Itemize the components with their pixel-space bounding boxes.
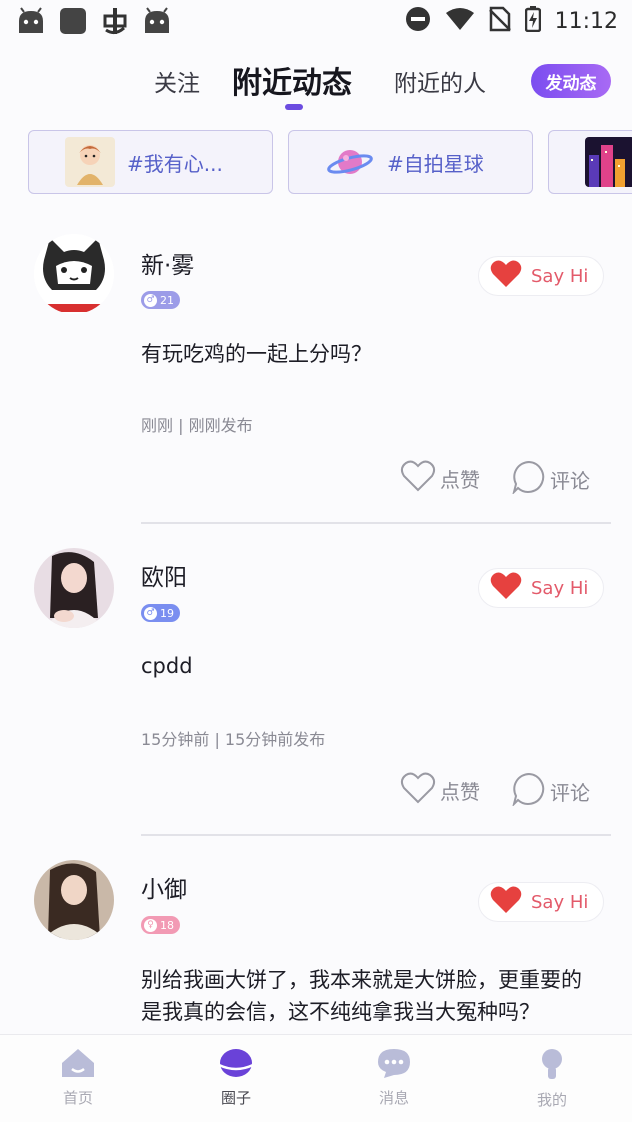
age-badge: ♀ 18 — [141, 916, 180, 934]
feed-post[interactable]: 小御 ♀ 18 Say Hi 别给我画大饼了，我本来就是大饼脸，更重要的是我真的… — [0, 858, 632, 1034]
android-robot-icon — [142, 6, 172, 36]
nav-label: 圈子 — [220, 1089, 251, 1107]
bottom-navigation: 首页 圈子 消息 我的 — [0, 1034, 632, 1122]
age-badge: ♂ 21 — [141, 291, 180, 309]
topic-label: #我有心... — [127, 151, 223, 176]
topic-card[interactable]: #我有心... — [28, 130, 273, 194]
post-meta: 刚刚 | 刚刚发布 — [141, 416, 253, 435]
feed-post[interactable]: 欧阳 ♂ 19 Say Hi cpdd 15分钟前 | 15分钟前发布 点赞 评… — [0, 544, 632, 836]
post-content: 有玩吃鸡的一起上分吗？ — [141, 342, 372, 366]
gender-icon: ♀ — [144, 918, 157, 932]
comment-label: 评论 — [550, 469, 590, 493]
nav-item-messages[interactable]: 消息 — [354, 1047, 434, 1108]
app-square-icon — [58, 6, 88, 36]
age-text: 18 — [160, 918, 174, 932]
divider — [141, 834, 611, 836]
topic-carousel[interactable]: #我有心... #自拍星球 — [28, 130, 632, 196]
planet-icon — [216, 1047, 256, 1083]
say-hi-button[interactable]: Say Hi — [478, 256, 604, 296]
age-text: 21 — [160, 293, 174, 307]
nav-label: 我的 — [536, 1091, 567, 1109]
divider — [141, 522, 611, 524]
say-hi-label: Say Hi — [531, 577, 589, 599]
heart-outline-icon — [400, 772, 436, 809]
clock: 11:12 — [554, 8, 618, 34]
character-thumbnail — [65, 137, 115, 187]
comment-button[interactable]: 评论 — [512, 460, 590, 499]
chat-bubble-icon — [376, 1047, 412, 1083]
say-hi-label: Say Hi — [531, 265, 589, 287]
topic-card[interactable] — [548, 130, 632, 194]
age-badge: ♂ 19 — [141, 604, 180, 622]
post-content: cpdd — [141, 654, 193, 678]
nav-label: 首页 — [62, 1089, 93, 1107]
comment-label: 评论 — [550, 781, 590, 805]
username[interactable]: 欧阳 — [141, 558, 187, 592]
like-label: 点赞 — [440, 468, 480, 492]
username[interactable]: 新·雾 — [141, 246, 194, 280]
cat-cartoon-avatar[interactable] — [34, 234, 114, 314]
top-tab-bar: 关注 附近动态 附近的人 发动态 — [0, 56, 632, 112]
tab-follow[interactable]: 关注 — [154, 64, 200, 98]
nav-item-profile[interactable]: 我的 — [512, 1047, 592, 1110]
say-hi-button[interactable]: Say Hi — [478, 568, 604, 608]
tab-nearby-posts[interactable]: 附近动态 — [232, 58, 352, 102]
like-button[interactable]: 点赞 — [400, 772, 480, 809]
bug-icon — [100, 6, 130, 36]
home-icon — [60, 1047, 96, 1083]
city-thumbnail — [585, 137, 632, 187]
nav-label: 消息 — [378, 1089, 409, 1107]
post-meta: 15分钟前 | 15分钟前发布 — [141, 730, 326, 749]
heart-icon — [489, 571, 523, 605]
comment-bubble-icon — [512, 460, 546, 499]
like-label: 点赞 — [440, 780, 480, 804]
topic-label: #自拍星球 — [387, 151, 484, 176]
gender-icon: ♂ — [144, 293, 157, 307]
topic-card[interactable]: #自拍星球 — [288, 130, 533, 194]
planet-icon — [325, 137, 375, 187]
tab-nearby-people[interactable]: 附近的人 — [394, 64, 486, 98]
say-hi-label: Say Hi — [531, 891, 589, 913]
status-bar: 11:12 — [0, 0, 632, 44]
heart-icon — [489, 885, 523, 919]
android-robot-icon — [16, 6, 46, 36]
post-button[interactable]: 发动态 — [531, 64, 611, 98]
age-text: 19 — [160, 606, 174, 620]
girl-photo-avatar[interactable] — [34, 548, 114, 628]
battery-charging-icon — [524, 6, 541, 36]
username[interactable]: 小御 — [141, 870, 187, 904]
do-not-disturb-icon — [405, 6, 431, 36]
heart-outline-icon — [400, 460, 436, 497]
gender-icon: ♂ — [144, 606, 157, 620]
comment-bubble-icon — [512, 772, 546, 811]
person-icon — [536, 1047, 568, 1085]
heart-icon — [489, 259, 523, 293]
say-hi-button[interactable]: Say Hi — [478, 882, 604, 922]
comment-button[interactable]: 评论 — [512, 772, 590, 811]
nav-item-circle[interactable]: 圈子 — [196, 1047, 276, 1108]
feed-post[interactable]: 新·雾 ♂ 21 Say Hi 有玩吃鸡的一起上分吗？ 刚刚 | 刚刚发布 点赞… — [0, 232, 632, 524]
post-content: 别给我画大饼了，我本来就是大饼脸，更重要的是我真的会信，这不纯纯拿我当大冤种吗？ — [141, 968, 582, 1024]
active-tab-indicator — [285, 104, 303, 110]
girl-photo-avatar[interactable] — [34, 860, 114, 940]
no-sim-icon — [488, 6, 511, 36]
wifi-icon — [445, 7, 475, 35]
like-button[interactable]: 点赞 — [400, 460, 480, 497]
nav-item-home[interactable]: 首页 — [38, 1047, 118, 1108]
